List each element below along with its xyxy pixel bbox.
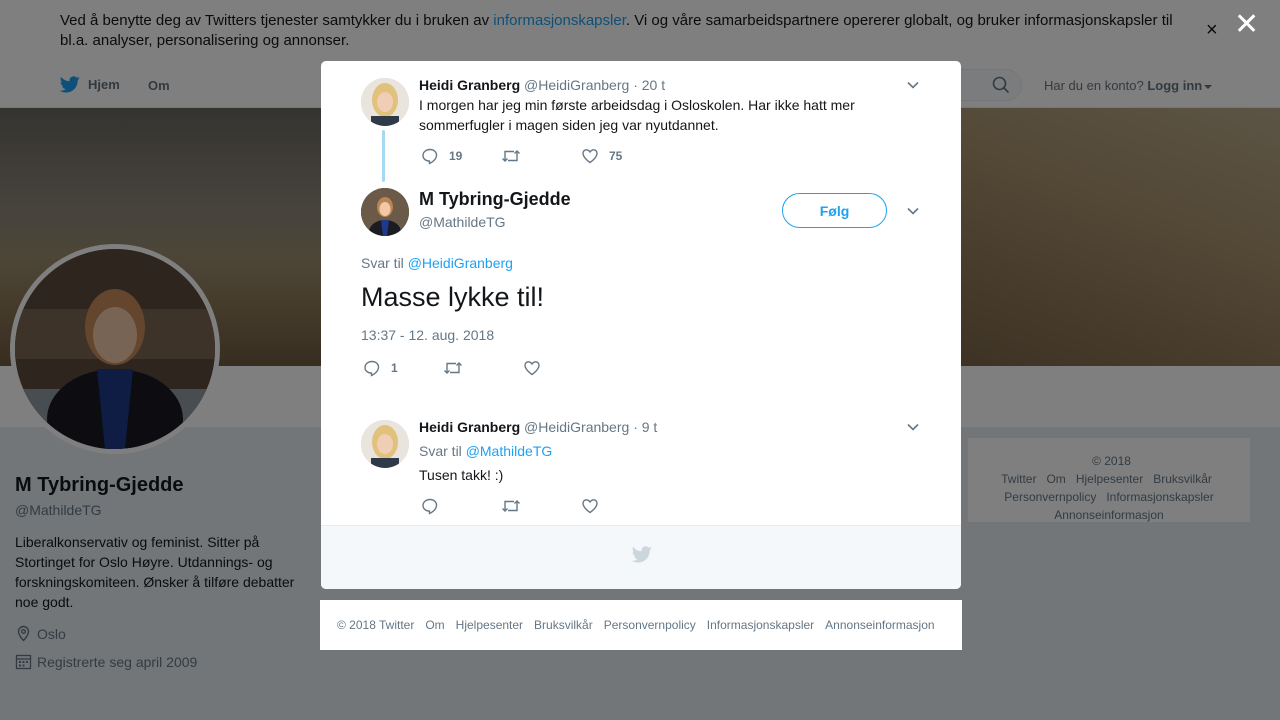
footer-link[interactable]: Personvernpolicy xyxy=(604,618,696,632)
tweet-text: I morgen har jeg min første arbeidsdag i… xyxy=(419,97,855,133)
modal-footer xyxy=(321,525,961,589)
tweet-timestamp[interactable]: 13:37 - 12. aug. 2018 xyxy=(361,327,494,343)
tweet-header: Heidi Granberg @HeidiGranberg · 20 t xyxy=(419,77,665,93)
tweet-permalink-modal: Heidi Granberg @HeidiGranberg · 20 t I m… xyxy=(321,61,961,589)
reply-to-link[interactable]: @MathildeTG xyxy=(466,443,553,459)
reply-icon xyxy=(422,148,438,165)
footer-link[interactable]: © 2018 Twitter xyxy=(337,618,414,632)
like-button[interactable] xyxy=(523,359,551,377)
reply-button[interactable]: 1 xyxy=(363,359,398,377)
twitter-bird-icon xyxy=(632,546,652,563)
avatar[interactable] xyxy=(361,78,409,126)
reply-icon xyxy=(364,360,380,377)
reply-prefix: Svar til xyxy=(361,255,404,271)
like-count: 75 xyxy=(609,149,623,163)
avatar-image xyxy=(361,188,409,236)
avatar-image xyxy=(361,420,409,468)
tweet-time[interactable]: · 9 t xyxy=(633,419,657,435)
like-button[interactable] xyxy=(581,497,609,515)
retweet-icon xyxy=(444,362,462,374)
reply-context: Svar til @MathildeTG xyxy=(419,443,552,459)
reply-to-link[interactable]: @HeidiGranberg xyxy=(408,255,513,271)
retweet-button[interactable] xyxy=(443,359,473,377)
tweet-text: Masse lykke til! xyxy=(361,282,545,312)
chevron-down-icon[interactable] xyxy=(905,77,921,93)
tweet-text: Tusen takk! :) xyxy=(419,467,504,483)
modal-bottom-footer: © 2018 Twitter Om Hjelpesenter Bruksvilkår P… xyxy=(320,600,962,650)
reply-count: 1 xyxy=(391,361,398,375)
avatar[interactable] xyxy=(361,420,409,468)
footer-link[interactable]: Annonseinformasjon xyxy=(825,618,934,632)
thread-connector xyxy=(382,130,385,182)
tweet-author-name[interactable]: Heidi Granberg xyxy=(419,77,520,93)
footer-link[interactable]: Informasjonskapsler xyxy=(707,618,814,632)
chevron-down-icon[interactable] xyxy=(905,203,921,219)
reply-context: Svar til @HeidiGranberg xyxy=(361,255,513,271)
like-icon xyxy=(582,499,598,514)
reply-button[interactable] xyxy=(421,497,449,515)
avatar-image xyxy=(361,78,409,126)
retweet-icon xyxy=(502,150,520,162)
chevron-down-icon[interactable] xyxy=(905,419,921,435)
close-icon[interactable]: ✕ xyxy=(1234,10,1259,40)
tweet-header: Heidi Granberg @HeidiGranberg · 9 t xyxy=(419,419,657,435)
tweet-time[interactable]: · 20 t xyxy=(633,77,665,93)
tweet-author-handle[interactable]: @MathildeTG xyxy=(419,214,506,230)
tweet-author-handle[interactable]: @HeidiGranberg xyxy=(524,77,629,93)
tweet-author-name[interactable]: M Tybring-Gjedde xyxy=(419,189,571,210)
reply-icon xyxy=(422,498,438,515)
follow-button[interactable]: Følg xyxy=(782,193,887,228)
retweet-button[interactable] xyxy=(501,497,531,515)
retweet-icon xyxy=(502,500,520,512)
like-icon xyxy=(582,149,598,164)
footer-link[interactable]: Om xyxy=(425,618,444,632)
reply-prefix: Svar til xyxy=(419,443,462,459)
reply-count: 19 xyxy=(449,149,463,163)
footer-link[interactable]: Hjelpesenter xyxy=(456,618,523,632)
avatar[interactable] xyxy=(361,188,409,236)
like-icon xyxy=(524,361,540,376)
like-button[interactable]: 75 xyxy=(581,147,622,165)
tweet-author-name[interactable]: Heidi Granberg xyxy=(419,419,520,435)
tweet-author-handle[interactable]: @HeidiGranberg xyxy=(524,419,629,435)
footer-link[interactable]: Bruksvilkår xyxy=(534,618,593,632)
retweet-button[interactable] xyxy=(501,147,531,165)
reply-button[interactable]: 19 xyxy=(421,147,462,165)
